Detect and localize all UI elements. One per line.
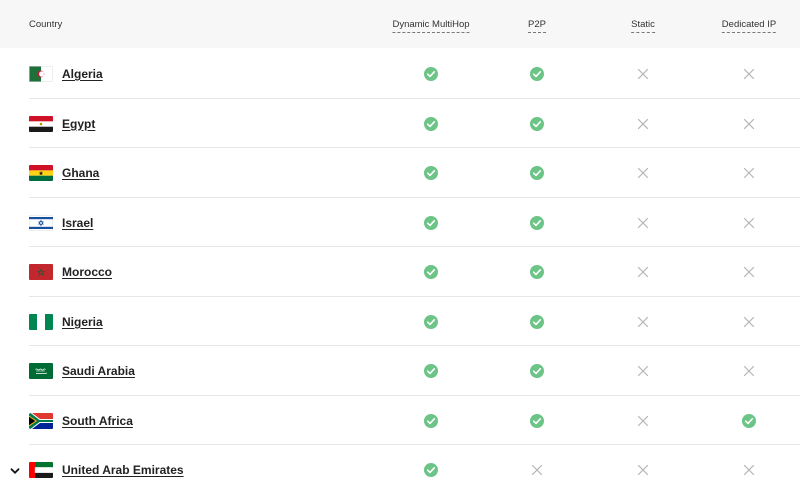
p2p-check-icon <box>529 165 545 181</box>
static-cross-icon <box>635 314 651 330</box>
p2p-check-icon <box>529 66 545 82</box>
dynamic-multihop-check-icon <box>423 264 439 280</box>
country-link[interactable]: Morocco <box>62 264 112 280</box>
p2p-cross-icon <box>529 462 545 478</box>
dedicated-ip-cross-icon <box>741 363 757 379</box>
static-cross-icon <box>635 363 651 379</box>
static-cross-icon <box>635 66 651 82</box>
country-link[interactable]: Egypt <box>62 116 95 132</box>
saudi-arabia-flag-icon <box>29 363 53 379</box>
static-cross-icon <box>635 116 651 132</box>
dedicated-ip-column-header[interactable]: Dedicated IP <box>721 19 777 33</box>
country-link[interactable]: Nigeria <box>62 314 103 330</box>
table-row: United Arab Emirates <box>0 445 800 495</box>
dynamic-multihop-check-icon <box>423 462 439 478</box>
dedicated-ip-cross-icon <box>741 264 757 280</box>
dedicated-ip-cross-icon <box>741 314 757 330</box>
dynamic-multihop-check-icon <box>423 363 439 379</box>
dedicated-ip-cross-icon <box>741 215 757 231</box>
country-link[interactable]: United Arab Emirates <box>62 462 184 478</box>
ghana-flag-icon <box>29 165 53 181</box>
p2p-check-icon <box>529 363 545 379</box>
dedicated-ip-cross-icon <box>741 66 757 82</box>
dynamic-multihop-check-icon <box>423 215 439 231</box>
table-row: Saudi Arabia <box>0 346 800 396</box>
table-row: Nigeria <box>0 297 800 346</box>
static-cross-icon <box>635 215 651 231</box>
static-cross-icon <box>635 264 651 280</box>
chevron-down-icon[interactable] <box>9 464 21 476</box>
static-cross-icon <box>635 165 651 181</box>
israel-flag-icon <box>29 214 53 231</box>
table-row: South Africa <box>0 396 800 445</box>
egypt-flag-icon <box>29 115 53 132</box>
dedicated-ip-cross-icon <box>741 165 757 181</box>
country-link[interactable]: Saudi Arabia <box>62 363 135 379</box>
country-features-table: Country Dynamic MultiHop P2P Static Dedi… <box>0 0 800 498</box>
morocco-flag-icon <box>29 264 53 280</box>
south-africa-flag-icon <box>29 412 53 429</box>
p2p-check-icon <box>529 215 545 231</box>
country-link[interactable]: Ghana <box>62 165 99 181</box>
uae-flag-icon <box>29 462 53 478</box>
dynamic-multihop-check-icon <box>423 66 439 82</box>
table-row: Ghana <box>0 148 800 198</box>
dynamic-multihop-check-icon <box>423 116 439 132</box>
p2p-check-icon <box>529 314 545 330</box>
table-row: Israel <box>0 198 800 247</box>
dynamic-multihop-column-header[interactable]: Dynamic MultiHop <box>392 19 470 33</box>
nigeria-flag-icon <box>29 313 53 330</box>
static-cross-icon <box>635 413 651 429</box>
p2p-column-header[interactable]: P2P <box>528 19 546 33</box>
country-link[interactable]: South Africa <box>62 413 133 429</box>
dynamic-multihop-check-icon <box>423 314 439 330</box>
p2p-check-icon <box>529 264 545 280</box>
algeria-flag-icon <box>29 66 53 82</box>
dynamic-multihop-check-icon <box>423 413 439 429</box>
p2p-check-icon <box>529 413 545 429</box>
table-row: Algeria <box>0 49 800 99</box>
country-link[interactable]: Israel <box>62 215 93 231</box>
table-header: Country Dynamic MultiHop P2P Static Dedi… <box>0 0 800 48</box>
dedicated-ip-cross-icon <box>741 116 757 132</box>
country-link[interactable]: Algeria <box>62 66 103 82</box>
table-row: Egypt <box>0 99 800 148</box>
static-column-header[interactable]: Static <box>631 19 655 33</box>
p2p-check-icon <box>529 116 545 132</box>
dedicated-ip-check-icon <box>741 413 757 429</box>
dedicated-ip-cross-icon <box>741 462 757 478</box>
dynamic-multihop-check-icon <box>423 165 439 181</box>
table-row: Morocco <box>0 247 800 297</box>
country-column-header: Country <box>29 19 63 30</box>
static-cross-icon <box>635 462 651 478</box>
